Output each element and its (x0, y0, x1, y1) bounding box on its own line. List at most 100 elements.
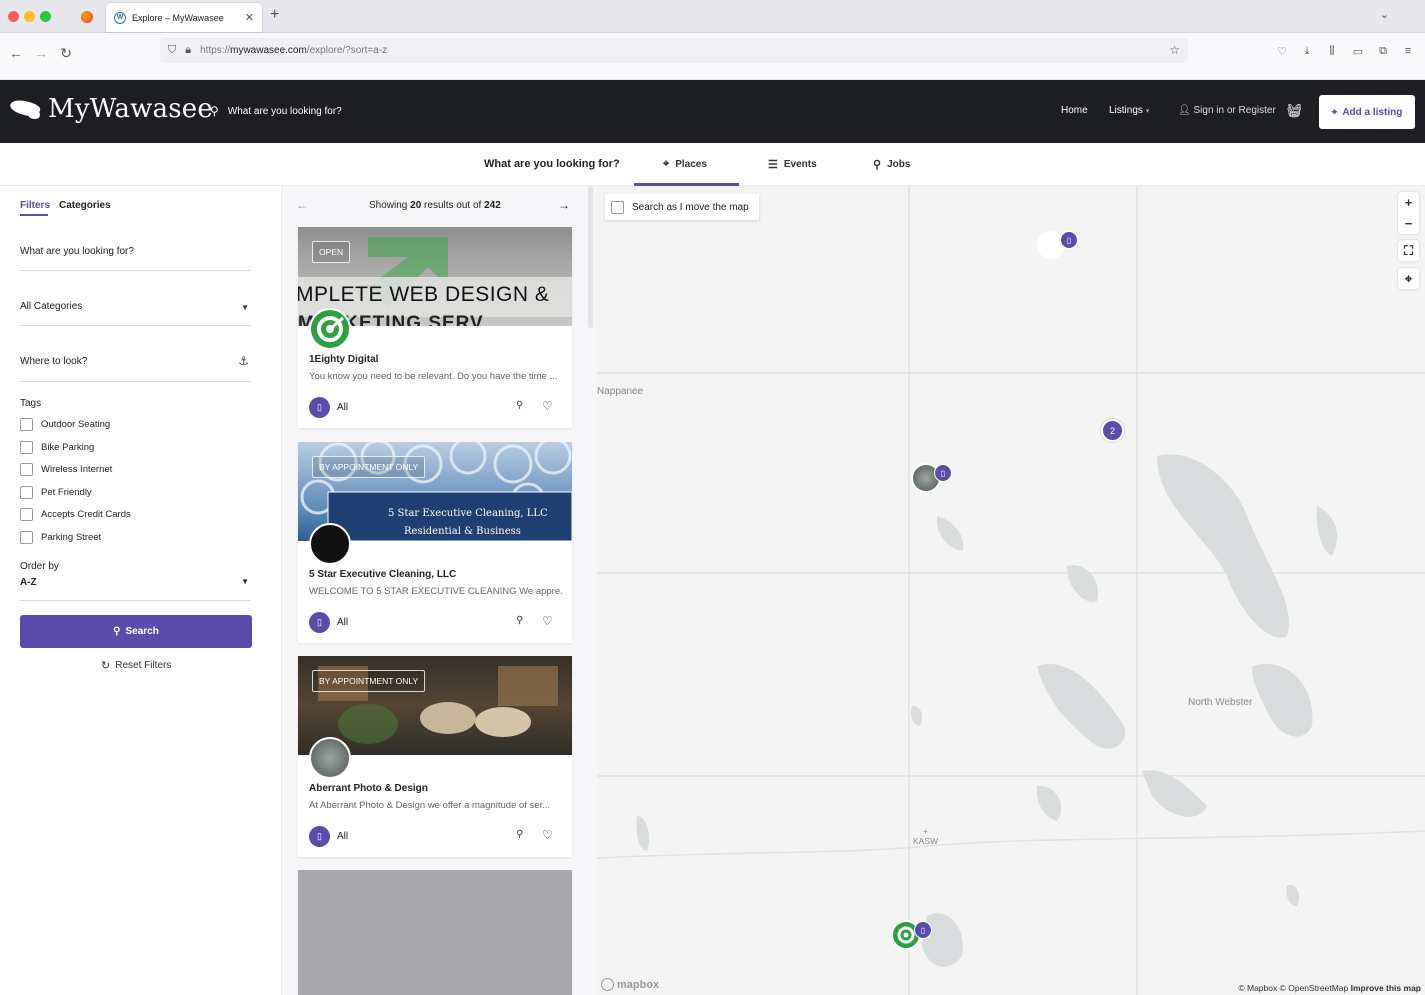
tag-pet-friendly[interactable]: Pet Friendly (20, 486, 92, 499)
tag-parking-street[interactable]: Parking Street (20, 531, 101, 544)
airport-icon: + (923, 826, 928, 836)
bookmark-icon[interactable]: ▯ (309, 826, 330, 847)
listing-card[interactable] (298, 870, 572, 995)
heart-icon[interactable]: ♡ (542, 399, 553, 413)
zoom-out-button[interactable]: − (1398, 213, 1419, 234)
reset-filters-button[interactable]: ↻ Reset Filters (101, 659, 171, 672)
search-as-move-toggle[interactable]: Search as I move the map (605, 194, 759, 220)
header-search[interactable]: ⚲ What are you looking for? (210, 104, 342, 118)
map-attribution[interactable]: © Mapbox © OpenStreetMap Improve this ma… (1238, 983, 1421, 993)
geolocate-button[interactable]: ⌖ (1398, 268, 1419, 289)
wordpress-icon: W (114, 11, 126, 24)
shield-icon[interactable]: ⛉ (168, 44, 176, 57)
close-window-button[interactable] (8, 11, 19, 22)
reload-icon[interactable]: ↻ (58, 45, 74, 62)
forward-arrow-icon[interactable]: → (33, 45, 49, 61)
lock-icon[interactable]: 🔒︎ (185, 44, 191, 57)
maximize-window-button[interactable] (40, 11, 51, 22)
next-page-arrow-icon[interactable]: → (558, 198, 570, 212)
checkbox[interactable] (20, 463, 33, 476)
location-input[interactable]: Where to look? ⚓︎ (20, 354, 251, 382)
listing-title[interactable]: 1Eighty Digital (309, 354, 378, 365)
add-listing-button[interactable]: ⌖ Add a listing (1319, 95, 1415, 129)
listing-logo[interactable] (309, 523, 351, 565)
keyword-input[interactable]: What are you looking for? (20, 246, 251, 271)
prev-page-arrow-icon[interactable]: ← (296, 198, 308, 212)
mapbox-logo[interactable]: mapbox (601, 978, 659, 991)
site-logo[interactable]: MyWawasee (8, 94, 213, 124)
map-marker-bookmark-icon[interactable]: ▯ (914, 921, 932, 939)
listing-description: WELCOME TO 5 STAR EXECUTIVE CLEANING We … (309, 586, 563, 597)
bookmark-icon[interactable]: ▯ (309, 397, 330, 418)
tab-categories[interactable]: Categories (59, 200, 111, 211)
listing-logo[interactable] (309, 308, 351, 350)
firefox-view-tab[interactable] (70, 4, 104, 30)
header-search-input[interactable]: What are you looking for? (228, 106, 342, 117)
order-by-select[interactable]: A-Z ▼ (20, 577, 251, 601)
tag-bike-parking[interactable]: Bike Parking (20, 441, 94, 454)
chevron-down-icon[interactable]: ⌄ (1380, 8, 1389, 21)
checkbox[interactable] (20, 508, 33, 521)
listing-title[interactable]: 5 Star Executive Cleaning, LLC (309, 569, 456, 580)
locate-me-icon[interactable]: ⚓︎ (238, 354, 249, 368)
library-icon[interactable]: ⫼ (1325, 45, 1339, 58)
pocket-icon[interactable]: ♡ (1275, 45, 1289, 58)
fullscreen-button[interactable]: ⛶ (1398, 240, 1419, 261)
bookmark-star-icon[interactable]: ☆ (1169, 43, 1180, 57)
listing-card[interactable]: MPLETE WEB DESIGN & MARKETING SERV OPEN … (298, 227, 572, 428)
checkbox[interactable] (611, 200, 624, 214)
cart-basket-icon[interactable]: 🧺︎ (1286, 103, 1303, 119)
checkbox[interactable] (20, 441, 33, 454)
map-marker-bookmark-icon[interactable]: ▯ (934, 464, 952, 482)
status-badge: BY APPOINTMENT ONLY (312, 456, 426, 478)
listing-logo[interactable] (309, 737, 351, 779)
listing-card[interactable]: 5 Star Executive Cleaning, LLC Residenti… (298, 442, 572, 643)
listing-card[interactable]: BY APPOINTMENT ONLY Aberrant Photo & Des… (298, 656, 572, 857)
menu-icon[interactable]: ≡ (1401, 45, 1415, 57)
map-marker-bookmark-icon[interactable]: ▯ (1060, 231, 1078, 249)
heart-icon[interactable]: ♡ (542, 614, 553, 628)
scrollbar[interactable] (588, 186, 593, 328)
checkbox[interactable] (20, 418, 33, 431)
listing-category[interactable]: All (337, 402, 348, 413)
nav-listings[interactable]: Listings ▾ (1109, 105, 1149, 116)
url-bar[interactable]: ⛉ 🔒︎ https://mywawasee.com/explore/?sort… (160, 38, 1188, 63)
zoom-icon[interactable]: ⚲ (516, 615, 523, 626)
listing-category[interactable]: All (337, 831, 348, 842)
checkbox[interactable] (20, 486, 33, 499)
map-base (597, 186, 1425, 995)
sidebar-icon[interactable]: ▭ (1351, 45, 1365, 58)
extensions-icon[interactable]: ⧉ (1376, 45, 1390, 58)
map-cluster[interactable]: 2 (1101, 419, 1124, 442)
zoom-icon[interactable]: ⚲ (516, 829, 523, 840)
tab-jobs[interactable]: ⚲ Jobs (873, 158, 910, 171)
heart-icon[interactable]: ♡ (542, 828, 553, 842)
map[interactable]: Search as I move the map + − ⛶ ⌖ Nappane… (597, 186, 1425, 995)
minimize-window-button[interactable] (24, 11, 35, 22)
sign-in-register[interactable]: 👤︎ Sign in or Register (1178, 105, 1276, 116)
zoom-in-button[interactable]: + (1398, 192, 1419, 213)
new-tab-button[interactable]: + (270, 6, 279, 24)
tag-outdoor-seating[interactable]: Outdoor Seating (20, 418, 110, 431)
bookmark-icon[interactable]: ▯ (309, 612, 330, 633)
close-tab-icon[interactable]: ✕ (245, 11, 254, 24)
tab-events[interactable]: ☰ Events (768, 158, 817, 171)
category-select[interactable]: All Categories ▼ (20, 301, 251, 326)
listing-title[interactable]: Aberrant Photo & Design (309, 783, 428, 794)
listing-footer: ▯ All ⚲ ♡ (309, 397, 563, 419)
download-icon[interactable]: ⤓ (1300, 45, 1314, 58)
zoom-icon[interactable]: ⚲ (516, 400, 523, 411)
url-text[interactable]: https://mywawasee.com/explore/?sort=a-z (200, 45, 387, 56)
browser-tab-active[interactable]: W Explore – MyWawasee ✕ (106, 3, 262, 32)
map-pin-icon: ⌖ (1331, 106, 1338, 118)
search-button[interactable]: ⚲ Search (20, 615, 252, 648)
tag-wireless-internet[interactable]: Wireless Internet (20, 463, 112, 476)
listing-category[interactable]: All (337, 617, 348, 628)
nav-home[interactable]: Home (1061, 105, 1088, 116)
tab-places[interactable]: ⌖ Places (663, 158, 707, 171)
tag-accepts-credit-cards[interactable]: Accepts Credit Cards (20, 508, 131, 521)
listing-cover-image[interactable] (298, 870, 572, 995)
tab-filters[interactable]: Filters (20, 200, 50, 211)
checkbox[interactable] (20, 531, 33, 544)
back-arrow-icon[interactable]: ← (8, 45, 24, 61)
